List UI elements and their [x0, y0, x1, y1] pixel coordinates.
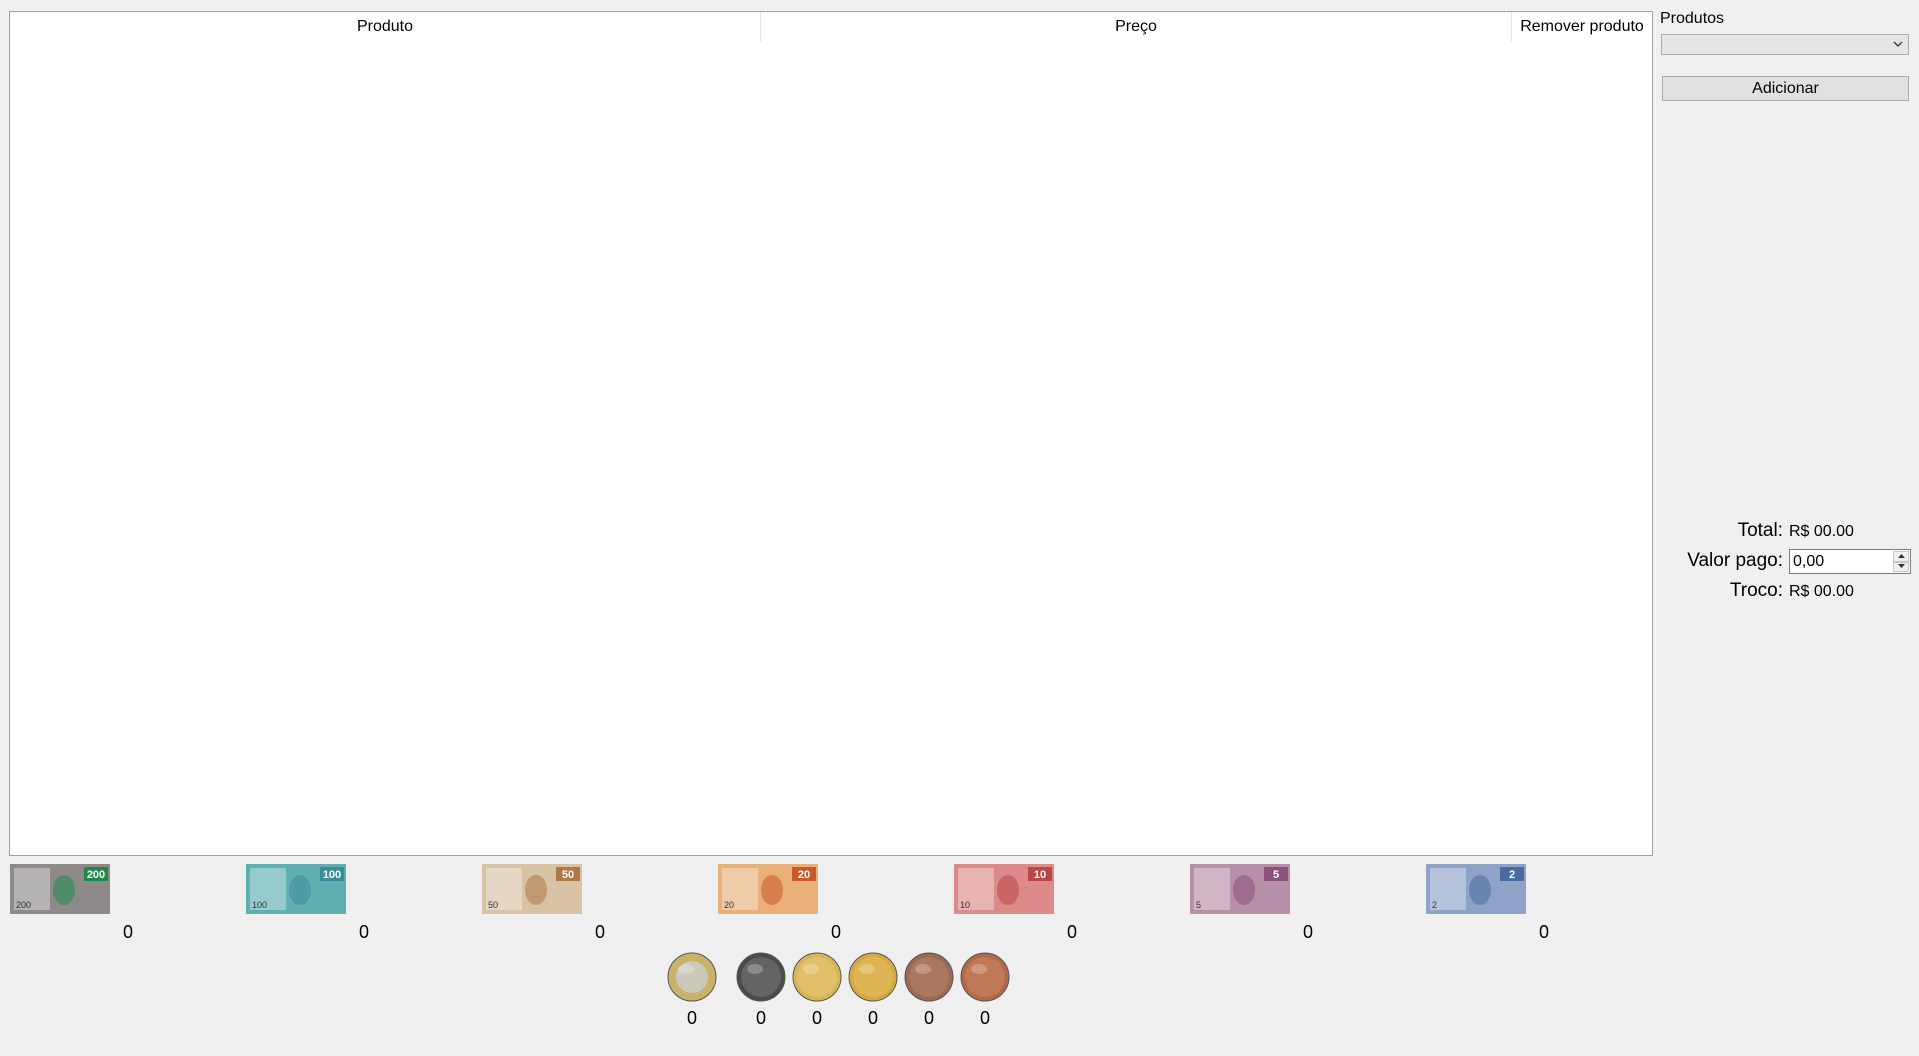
banknote-10-icon[interactable]: 10 10	[954, 864, 1054, 914]
spin-buttons	[1893, 551, 1909, 572]
column-header-preco[interactable]: Preço	[761, 12, 1512, 42]
banknote-denomination-top: 10	[1034, 869, 1046, 881]
coin-0.10-count: 0	[867, 1008, 878, 1028]
coin-0.50-count: 0	[755, 1008, 766, 1028]
banknote-denomination-bottom: 20	[724, 900, 734, 910]
paid-amount-input[interactable]	[1792, 552, 1893, 571]
paid-amount-spinbox[interactable]	[1789, 549, 1911, 574]
banknote-denomination-bottom: 200	[16, 900, 31, 910]
banknote-5-icon[interactable]: 55	[1190, 864, 1290, 914]
banknote-200-icon[interactable]: 200 200	[10, 864, 110, 914]
banknote-200-count: 0	[122, 922, 133, 942]
banknote-50-icon[interactable]: 50 50	[482, 864, 582, 914]
banknote-2-count: 0	[1538, 922, 1549, 942]
paid-row: Valor pago:	[1659, 548, 1911, 574]
change-value: R$ 00.00	[1789, 583, 1854, 600]
banknote-50-count: 0	[594, 922, 605, 942]
coin-0.01-icon[interactable]	[959, 951, 1011, 1003]
total-row: Total: R$ 00.00	[1659, 518, 1911, 544]
coin-1-count: 0	[686, 1008, 697, 1028]
add-button[interactable]: Adicionar	[1662, 76, 1909, 101]
product-table[interactable]: Produto Preço Remover produto	[9, 11, 1653, 856]
banknote-denomination-top: 20	[798, 869, 810, 881]
coin-0.50-icon[interactable]	[735, 951, 787, 1003]
banknote-20-count: 0	[830, 922, 841, 942]
banknote-denomination-top: 200	[87, 869, 105, 881]
coin-0.25-count: 0	[811, 1008, 822, 1028]
paid-label: Valor pago:	[1687, 550, 1783, 571]
coin-0.01-count: 0	[979, 1008, 990, 1028]
coin-1-icon[interactable]	[666, 951, 718, 1003]
banknote-10-count: 0	[1066, 922, 1077, 942]
banknote-denomination-bottom: 2	[1432, 900, 1437, 910]
total-label: Total:	[1737, 520, 1783, 541]
banknote-denomination-bottom: 100	[252, 900, 267, 910]
banknote-5-count: 0	[1302, 922, 1313, 942]
change-row: Troco: R$ 00.00	[1659, 578, 1911, 604]
banknote-100-icon[interactable]: 100 100	[246, 864, 346, 914]
banknote-denomination-bottom: 5	[1196, 900, 1201, 910]
spin-down-button[interactable]	[1893, 561, 1909, 572]
banknote-2-icon[interactable]: 22	[1426, 864, 1526, 914]
chevron-down-icon	[1893, 41, 1903, 47]
caret-down-icon	[1897, 564, 1905, 569]
banknote-denomination-top: 50	[562, 869, 574, 881]
change-label: Troco:	[1729, 580, 1783, 601]
banknote-20-icon[interactable]: 2020	[718, 864, 818, 914]
coin-0.05-icon[interactable]	[903, 951, 955, 1003]
products-combobox[interactable]	[1661, 34, 1909, 55]
coin-0.25-icon[interactable]	[791, 951, 843, 1003]
banknote-denomination-bottom: 50	[488, 900, 498, 910]
banknote-denomination-bottom: 10	[960, 900, 970, 910]
banknote-denomination-top: 100	[323, 869, 341, 881]
total-value: R$ 00.00	[1789, 523, 1854, 540]
spin-up-button[interactable]	[1893, 551, 1909, 562]
table-header: Produto Preço Remover produto	[10, 12, 1652, 42]
banknote-denomination-top: 5	[1273, 869, 1279, 881]
column-header-produto[interactable]: Produto	[10, 12, 761, 42]
coin-0.10-icon[interactable]	[847, 951, 899, 1003]
banknote-denomination-top: 2	[1509, 869, 1515, 881]
column-header-remover-produto[interactable]: Remover produto	[1512, 12, 1652, 42]
products-label: Produtos	[1660, 10, 1725, 27]
caret-up-icon	[1897, 553, 1905, 558]
coin-0.05-count: 0	[923, 1008, 934, 1028]
banknote-100-count: 0	[358, 922, 369, 942]
